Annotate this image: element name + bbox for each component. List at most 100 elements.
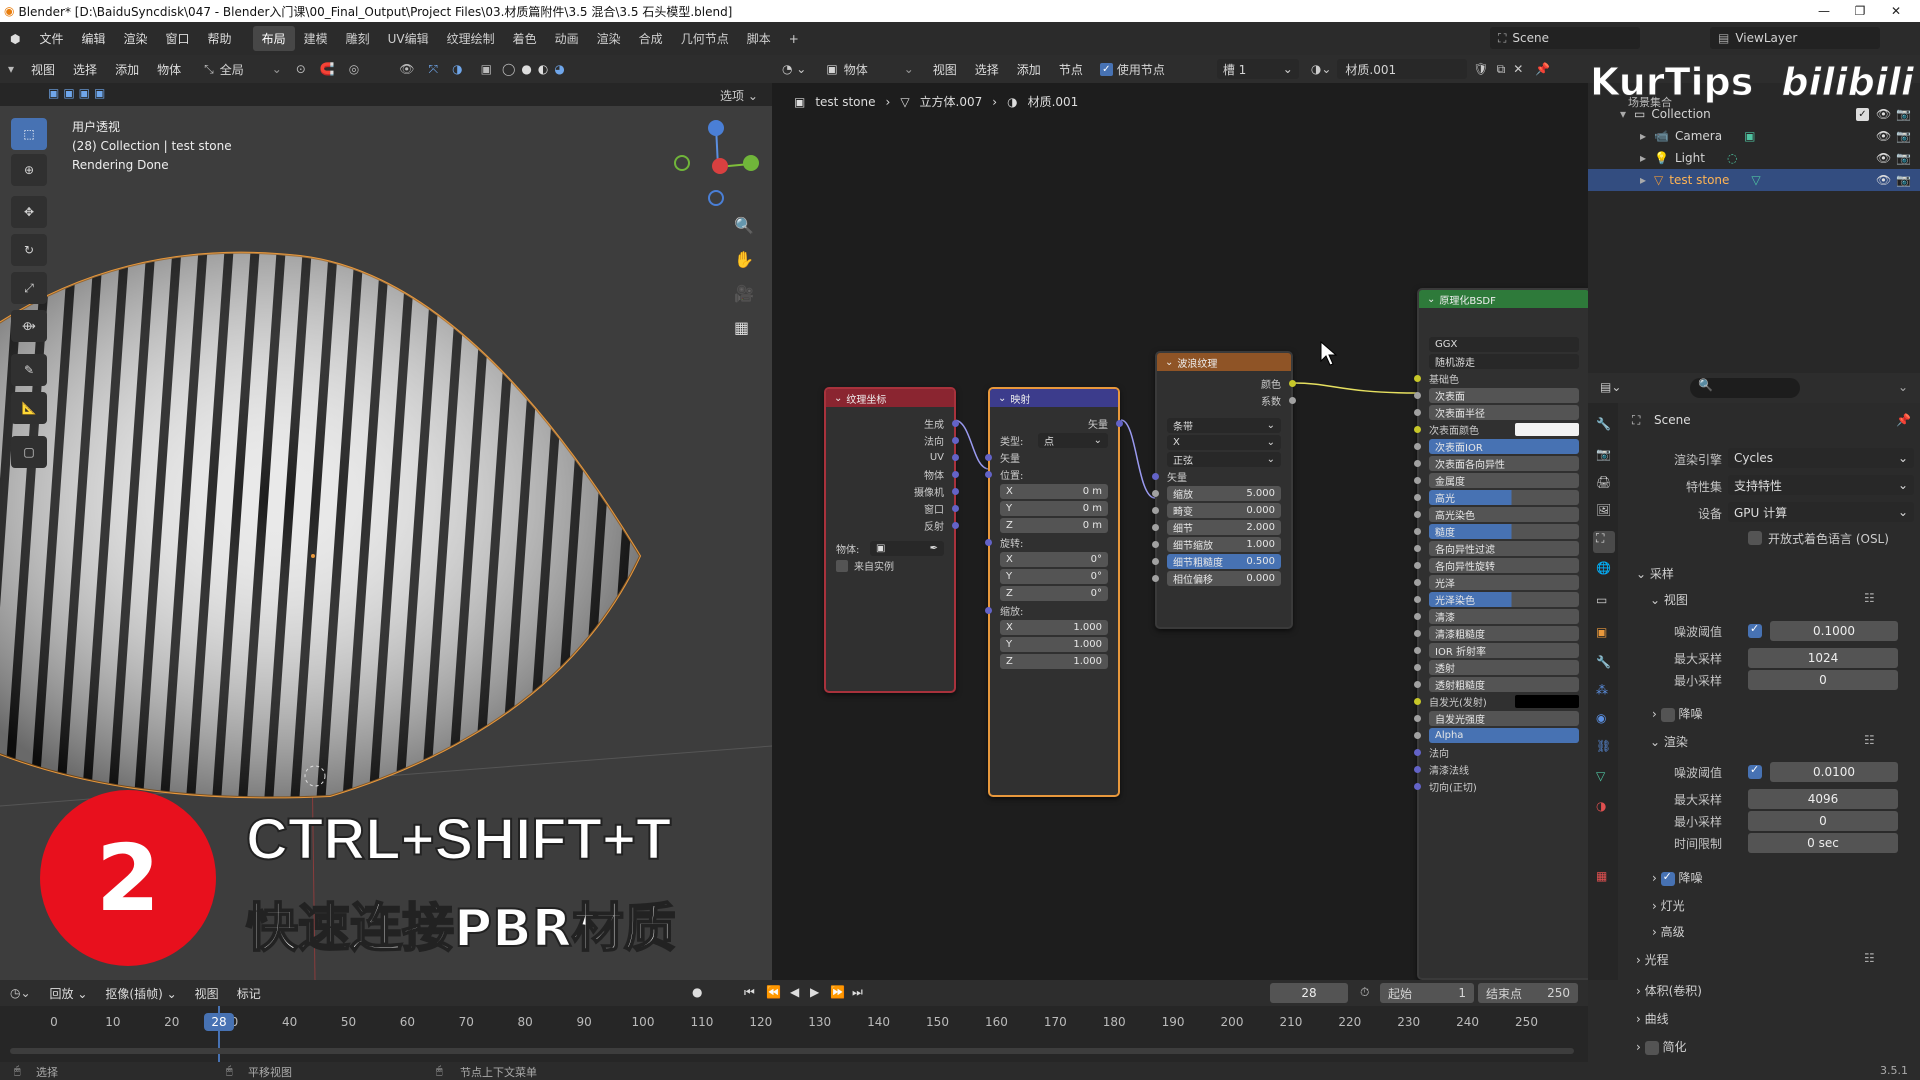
viewlayer-selector[interactable]: ▤ ViewLayer bbox=[1710, 27, 1880, 49]
scale-y-field[interactable]: Y 1.000 bbox=[1000, 637, 1108, 652]
principled-bsdf-node[interactable]: ⌄ 原理化BSDF GGX 随机游走 基础色 次表面 次表面半径 次表面颜色 次表面IOR… bbox=[1414, 288, 1588, 980]
wave-type-dropdown[interactable]: 条带 ⌄ bbox=[1167, 418, 1281, 433]
physics-tab-icon[interactable]: ◉ bbox=[1596, 711, 1606, 725]
mapping-node[interactable]: ⌄ 映射 矢量 类型: 点 ⌄ 矢量 位置: X0 m Y0 m Z0 m 旋转: X… bbox=[985, 387, 1123, 797]
bsdf-input-field[interactable]: 次表面半径 bbox=[1429, 405, 1579, 420]
timeline-menu-keying[interactable]: 抠像(插帧) ⌄ bbox=[96, 985, 185, 1002]
expand-icon[interactable]: ▸ bbox=[1640, 173, 1646, 187]
timeline-menu-marker[interactable]: 标记 bbox=[228, 985, 270, 1002]
shading-material-icon[interactable]: ◐ bbox=[538, 62, 548, 76]
viewport-denoise-checkbox[interactable] bbox=[1660, 707, 1675, 722]
bsdf-input-field[interactable]: 糙度 bbox=[1429, 524, 1579, 539]
input-socket[interactable] bbox=[1414, 477, 1421, 484]
expand-icon[interactable]: ▾ bbox=[1620, 107, 1626, 121]
scale-z-field[interactable]: Z 1.000 bbox=[1000, 654, 1108, 669]
outliner-item-light[interactable]: ▸ 💡 Light ◌ 👁 📷 bbox=[1588, 147, 1920, 169]
overlay-toggle-icon[interactable]: ◑ bbox=[452, 62, 462, 76]
eye-icon[interactable]: 👁 bbox=[1876, 151, 1891, 165]
bsdf-input-field[interactable]: 次表面各向异性 bbox=[1429, 456, 1579, 471]
view-layer-tab-icon[interactable]: 🖼 bbox=[1596, 503, 1611, 517]
workspace-tab-scripting[interactable]: 脚本 bbox=[738, 26, 780, 51]
gizmo-toggle-icon[interactable]: ⤧ bbox=[429, 62, 439, 77]
viewport-menu-select[interactable]: 选择 bbox=[64, 61, 106, 78]
input-socket[interactable] bbox=[1414, 630, 1421, 637]
render-noise-threshold-checkbox[interactable] bbox=[1748, 763, 1762, 779]
workspace-tab-texture-paint[interactable]: 纹理绘制 bbox=[438, 26, 504, 51]
bsdf-input-field[interactable]: 透射 bbox=[1429, 660, 1579, 675]
node-header[interactable]: ⌄ 原理化BSDF bbox=[1419, 290, 1588, 308]
transform-tool[interactable]: ⟴ bbox=[11, 310, 47, 342]
color-swatch[interactable] bbox=[1515, 695, 1579, 708]
outliner-item-test-stone[interactable]: ▸ ▽ test stone ▽ 👁 📷 bbox=[1588, 169, 1920, 191]
rotation-y-field[interactable]: Y 0° bbox=[1000, 569, 1108, 584]
camera-render-icon[interactable]: 📷 bbox=[1896, 107, 1911, 121]
color-swatch[interactable] bbox=[1515, 423, 1579, 436]
move-tool[interactable]: ✥ bbox=[11, 196, 47, 228]
rotate-tool[interactable]: ↻ bbox=[11, 234, 47, 266]
playhead-frame-indicator[interactable]: 28 bbox=[204, 1013, 234, 1031]
viewport-options-dropdown[interactable]: 选项 ⌄ bbox=[720, 87, 758, 104]
input-socket[interactable] bbox=[1414, 596, 1421, 603]
properties-search[interactable]: 🔍 bbox=[1690, 378, 1800, 398]
device-dropdown[interactable]: GPU 计算 ⌄ bbox=[1728, 502, 1914, 522]
texture-coordinate-node[interactable]: ⌄ 纹理坐标 生成 法向 UV 物体 摄像机 窗口 反射 物体: ▣ ✒ 来自实例 bbox=[824, 387, 959, 693]
cursor-tool[interactable]: ⊕ bbox=[11, 154, 47, 186]
list-icon[interactable]: ☷ bbox=[1864, 951, 1875, 965]
input-socket[interactable] bbox=[1152, 541, 1159, 548]
select-box-tool[interactable]: ⬚ bbox=[11, 118, 47, 150]
input-socket[interactable] bbox=[1414, 545, 1421, 552]
material-slot-dropdown[interactable]: 槽 1 ⌄ bbox=[1216, 59, 1299, 79]
simplify-checkbox[interactable] bbox=[1644, 1040, 1659, 1055]
input-socket[interactable] bbox=[1414, 715, 1421, 722]
bsdf-input-field[interactable]: 各向异性过滤 bbox=[1429, 541, 1579, 556]
input-socket[interactable] bbox=[1414, 681, 1421, 688]
scale-x-field[interactable]: X 1.000 bbox=[1000, 620, 1108, 635]
camera-render-icon[interactable]: 📷 bbox=[1896, 173, 1911, 187]
timeline-menu-view[interactable]: 视图 bbox=[186, 985, 228, 1002]
menu-render[interactable]: 渲染 bbox=[115, 30, 157, 47]
ortho-grid-icon[interactable]: ▦ bbox=[734, 318, 749, 337]
duplicate-material-icon[interactable]: ⧉ bbox=[1497, 62, 1506, 77]
visibility-icon[interactable]: 👁 bbox=[399, 62, 414, 76]
output-socket[interactable] bbox=[952, 522, 959, 529]
input-socket[interactable] bbox=[1414, 511, 1421, 518]
rotation-z-field[interactable]: Z 0° bbox=[1000, 586, 1108, 601]
workspace-tab-rendering[interactable]: 渲染 bbox=[588, 26, 630, 51]
input-socket[interactable] bbox=[1414, 647, 1421, 654]
input-socket[interactable] bbox=[1414, 732, 1421, 739]
input-socket[interactable] bbox=[1414, 392, 1421, 399]
collapse-icon[interactable]: ⌄ bbox=[834, 393, 842, 404]
editor-type-shader-icon[interactable]: ◔ ⌄ bbox=[772, 62, 816, 76]
next-keyframe-icon[interactable]: ⏩ bbox=[830, 985, 845, 999]
sampling-panel-header[interactable]: ⌄ 采样 bbox=[1636, 565, 1674, 582]
output-socket[interactable] bbox=[952, 471, 959, 478]
snap-icon[interactable]: 🧲 bbox=[320, 62, 335, 76]
scene-selector[interactable]: ⛶ Scene bbox=[1490, 27, 1640, 49]
osl-checkbox[interactable] bbox=[1748, 531, 1762, 545]
bsdf-input-field[interactable]: 高光染色 bbox=[1429, 507, 1579, 522]
wave-direction-dropdown[interactable]: X ⌄ bbox=[1167, 435, 1281, 450]
input-socket[interactable] bbox=[1414, 443, 1421, 450]
input-socket[interactable] bbox=[985, 539, 992, 546]
input-socket[interactable] bbox=[1414, 375, 1421, 382]
bsdf-input-field[interactable]: 自发光强度 bbox=[1429, 711, 1579, 726]
rotation-x-field[interactable]: X 0° bbox=[1000, 552, 1108, 567]
annotate-tool[interactable]: ✎ bbox=[11, 354, 47, 386]
unlink-material-icon[interactable]: ✕ bbox=[1513, 62, 1523, 76]
render-engine-dropdown[interactable]: Cycles ⌄ bbox=[1728, 448, 1914, 468]
blender-menu-icon[interactable]: ⬢ bbox=[0, 32, 30, 46]
simplify-panel[interactable]: › 简化 bbox=[1636, 1038, 1686, 1055]
input-socket[interactable] bbox=[1414, 766, 1421, 773]
input-socket[interactable] bbox=[1152, 473, 1159, 480]
fake-user-icon[interactable]: 🛡 bbox=[1473, 62, 1488, 76]
bsdf-input-field[interactable]: 金属度 bbox=[1429, 473, 1579, 488]
camera-render-icon[interactable]: 📷 bbox=[1896, 129, 1911, 143]
viewport-menu-add[interactable]: 添加 bbox=[106, 61, 148, 78]
play-reverse-icon[interactable]: ◀ bbox=[790, 985, 799, 999]
shader-node-editor[interactable]: ▣ test stone › ▽ 立方体.007 › ◑ 材质.001 ⌄ 纹理坐… bbox=[772, 83, 1588, 980]
minimize-button[interactable]: — bbox=[1806, 0, 1842, 22]
time-limit-field[interactable]: 0 sec bbox=[1748, 833, 1898, 853]
wave-phase-offset-field[interactable]: 相位偏移 0.000 bbox=[1167, 571, 1281, 586]
input-socket[interactable] bbox=[1414, 409, 1421, 416]
wave-detail-roughness-field[interactable]: 细节粗糙度 0.500 bbox=[1167, 554, 1281, 569]
